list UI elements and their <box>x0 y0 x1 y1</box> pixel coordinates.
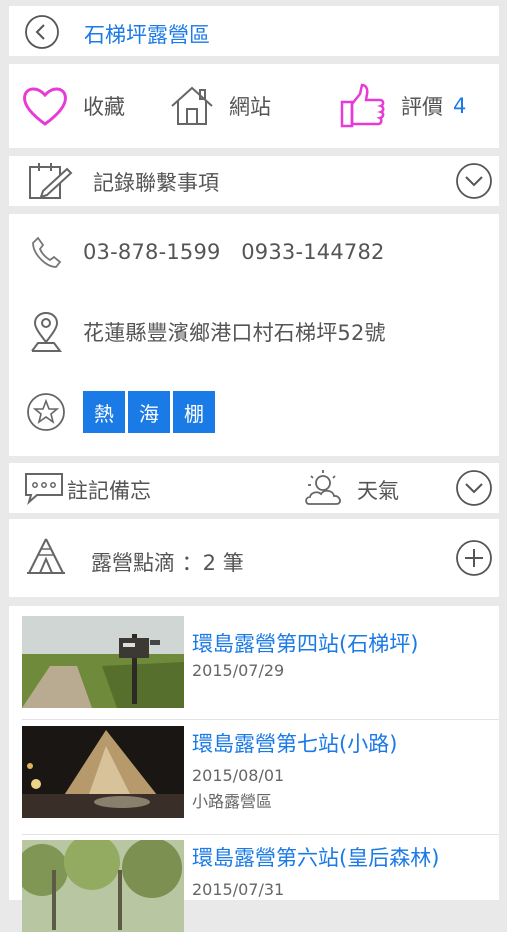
add-record-button[interactable] <box>455 539 493 577</box>
notes-weather-row: 註記備忘 天氣 <box>9 463 499 513</box>
phone-numbers: 03-878-1599 0933-144782 <box>83 240 385 264</box>
header-bar: 石梯坪露營區 <box>9 6 499 56</box>
tent-icon <box>27 538 65 574</box>
action-bar: 收藏 網站 評價 4 <box>9 64 499 148</box>
star-circle-icon <box>27 393 65 431</box>
chevron-down-icon <box>456 163 492 199</box>
heart-icon <box>23 87 67 126</box>
divider <box>22 719 499 720</box>
back-button[interactable] <box>24 14 60 50</box>
back-arrow-icon <box>25 15 59 49</box>
entry-title: 環島露營第七站(小路) <box>192 732 398 756</box>
tag-shelter: 棚 <box>173 391 215 433</box>
entry-date: 2015/07/31 <box>192 880 285 899</box>
record-contact-row[interactable]: 記錄聯繫事項 <box>9 156 499 206</box>
memo-label[interactable]: 註記備忘 <box>67 475 151 505</box>
camping-records-row: 露營點滴 ：2 筆 <box>9 519 499 597</box>
rating-label: 評價 <box>401 95 443 119</box>
edit-note-icon <box>29 163 73 199</box>
weather-button[interactable] <box>303 468 349 508</box>
memo-button[interactable] <box>23 471 65 505</box>
feature-tags-row: 熱 海 棚 <box>9 382 499 442</box>
rating-button[interactable]: 評價 4 <box>339 64 466 148</box>
divider <box>22 834 499 835</box>
record-list: 環島露營第四站(石梯坪) 2015/07/29 環島露營第七站(小路) 2015… <box>9 606 499 932</box>
records-count-label: 露營點滴 ：2 筆 <box>91 551 244 575</box>
location-pin-icon <box>31 311 62 352</box>
thumbs-up-icon <box>340 83 385 128</box>
record-expand-button[interactable] <box>455 162 493 200</box>
chat-bubble-icon <box>25 473 63 505</box>
address-text: 花蓮縣豐濱鄉港口村石梯坪52號 <box>83 321 386 345</box>
favorite-label: 收藏 <box>83 95 125 119</box>
entry-title: 環島露營第六站(皇后森林) <box>192 846 440 870</box>
list-item[interactable]: 環島露營第六站(皇后森林) 2015/07/31 <box>22 840 499 932</box>
website-label: 網站 <box>229 95 271 119</box>
record-label: 記錄聯繫事項 <box>93 171 219 195</box>
entry-thumbnail <box>22 840 184 932</box>
entry-title: 環島露營第四站(石梯坪) <box>192 632 419 656</box>
favorite-button[interactable]: 收藏 <box>21 64 125 148</box>
entry-date: 2015/07/29 <box>192 661 285 680</box>
info-panel: 03-878-1599 0933-144782 花蓮縣豐濱鄉港口村石梯坪52號 … <box>9 214 499 456</box>
address-row[interactable]: 花蓮縣豐濱鄉港口村石梯坪52號 <box>9 302 499 362</box>
tag-hot-spring: 熱 <box>83 391 125 433</box>
entry-thumbnail <box>22 726 184 818</box>
entry-thumbnail <box>22 616 184 708</box>
list-item[interactable]: 環島露營第七站(小路) 2015/08/01 小路露營區 <box>22 726 499 828</box>
plus-circle-icon <box>456 540 492 576</box>
entry-date: 2015/08/01 <box>192 766 285 785</box>
chevron-down-icon <box>456 470 492 506</box>
page-title: 石梯坪露營區 <box>84 23 210 47</box>
rating-count: 4 <box>453 94 467 118</box>
home-icon <box>171 86 213 125</box>
partly-cloudy-icon <box>305 470 341 505</box>
phone-icon <box>32 236 62 268</box>
entry-campsite: 小路露營區 <box>192 792 273 811</box>
phone-row[interactable]: 03-878-1599 0933-144782 <box>9 222 499 282</box>
weather-label[interactable]: 天氣 <box>357 475 399 505</box>
notes-expand-button[interactable] <box>455 469 493 507</box>
list-item[interactable]: 環島露營第四站(石梯坪) 2015/07/29 <box>22 616 499 718</box>
tag-sea: 海 <box>128 391 170 433</box>
website-button[interactable]: 網站 <box>169 64 271 148</box>
